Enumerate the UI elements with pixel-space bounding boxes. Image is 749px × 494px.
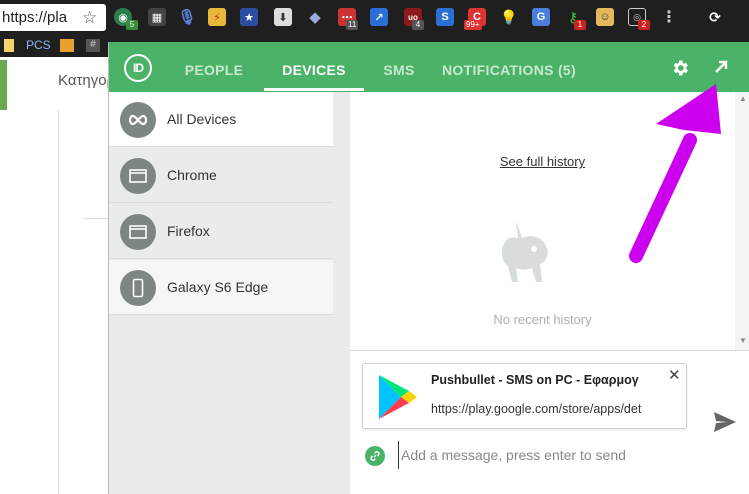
unicorn-icon	[501, 220, 548, 282]
url-text: https://pla	[2, 9, 68, 26]
diamond-icon[interactable]: ◆	[306, 8, 324, 26]
device-sidebar: All Devices Chrome Firefox Galaxy S6 Edg…	[109, 92, 350, 494]
active-tab-indicator	[264, 88, 364, 91]
no-recent-history-text: No recent history	[493, 312, 592, 327]
device-label: Firefox	[167, 223, 210, 239]
bookmark-hash-icon[interactable]: #	[86, 39, 100, 52]
link-preview-card: Pushbullet - SMS on PC - Εφαρμογ https:/…	[362, 363, 687, 429]
tab-people[interactable]: PEOPLE	[169, 42, 259, 92]
send-icon[interactable]	[713, 411, 737, 433]
bookmark-pcs[interactable]: PCS	[26, 38, 51, 52]
compose-area: Pushbullet - SMS on PC - Εφαρμογ https:/…	[350, 350, 749, 494]
translate-icon[interactable]: G	[532, 8, 550, 26]
device-item-firefox[interactable]: Firefox	[109, 204, 333, 259]
link-attach-icon[interactable]	[365, 446, 385, 466]
microphone-icon[interactable]: 🎙	[177, 8, 196, 26]
sync-icon[interactable]: ⟳	[706, 8, 724, 26]
browser-toolbar: https://pla ☆ ◉ 5 ▦ 🎙 ⚡ ★ ⬇ ◆ ⋯ 11 ↗ uo …	[0, 0, 749, 35]
pushbullet-logo: ID	[124, 54, 152, 82]
annotation-arrow	[629, 84, 721, 263]
s-extension-icon[interactable]: S	[436, 8, 454, 26]
lightning-extension-icon[interactable]: ⚡	[208, 8, 226, 26]
device-item-all-devices[interactable]: All Devices	[109, 92, 333, 147]
page-divider	[84, 218, 108, 219]
star-icon[interactable]: ☆	[82, 4, 97, 31]
close-icon[interactable]: ✕	[668, 366, 681, 384]
device-label: Chrome	[167, 167, 217, 183]
google-play-icon	[379, 375, 417, 419]
phone-icon	[120, 270, 156, 306]
infinity-icon	[120, 102, 156, 138]
extension-badge: 1	[574, 20, 586, 30]
menu-dots-icon[interactable]: ⋮	[660, 8, 678, 26]
device-item-galaxy-s6-edge[interactable]: Galaxy S6 Edge	[109, 260, 333, 315]
tab-sms[interactable]: SMS	[369, 42, 429, 92]
extension-badge: 99+	[464, 20, 482, 30]
sidebar-scrollbar[interactable]	[333, 92, 350, 494]
link-card-url: https://play.google.com/store/apps/det	[431, 402, 642, 416]
message-input[interactable]	[398, 441, 698, 469]
browser-window-icon	[120, 158, 156, 194]
star-extension-icon[interactable]: ★	[240, 8, 258, 26]
extension-badge: 11	[346, 20, 359, 30]
page-category-tab[interactable]: Κατηγορ	[58, 72, 115, 89]
bulb-icon[interactable]: 💡	[500, 8, 518, 26]
device-label: All Devices	[167, 111, 237, 127]
tab-notifications[interactable]: NOTIFICATIONS (5)	[434, 42, 584, 92]
external-link-extension-icon[interactable]: ↗	[370, 8, 388, 26]
address-bar[interactable]: https://pla ☆	[0, 4, 106, 31]
scroll-down-icon[interactable]: ▼	[739, 336, 747, 345]
extension-badge: 5	[126, 20, 138, 30]
link-card-title: Pushbullet - SMS on PC - Εφαρμογ	[431, 373, 639, 387]
bookmark-folder-icon[interactable]	[4, 39, 14, 52]
download-icon[interactable]: ⬇	[274, 8, 292, 26]
extension-badge: 2	[638, 20, 650, 30]
grid-extension-icon[interactable]: ▦	[148, 8, 166, 26]
face-extension-icon[interactable]: ☺	[596, 8, 614, 26]
page-accent-bar	[0, 60, 7, 110]
browser-window-icon	[120, 214, 156, 250]
device-item-chrome[interactable]: Chrome	[109, 148, 333, 203]
extension-badge: 4	[412, 20, 424, 30]
bookmark-stack-icon[interactable]	[60, 39, 74, 52]
device-label: Galaxy S6 Edge	[167, 279, 269, 295]
tab-devices[interactable]: DEVICES	[264, 42, 364, 92]
page-divider	[58, 110, 59, 494]
